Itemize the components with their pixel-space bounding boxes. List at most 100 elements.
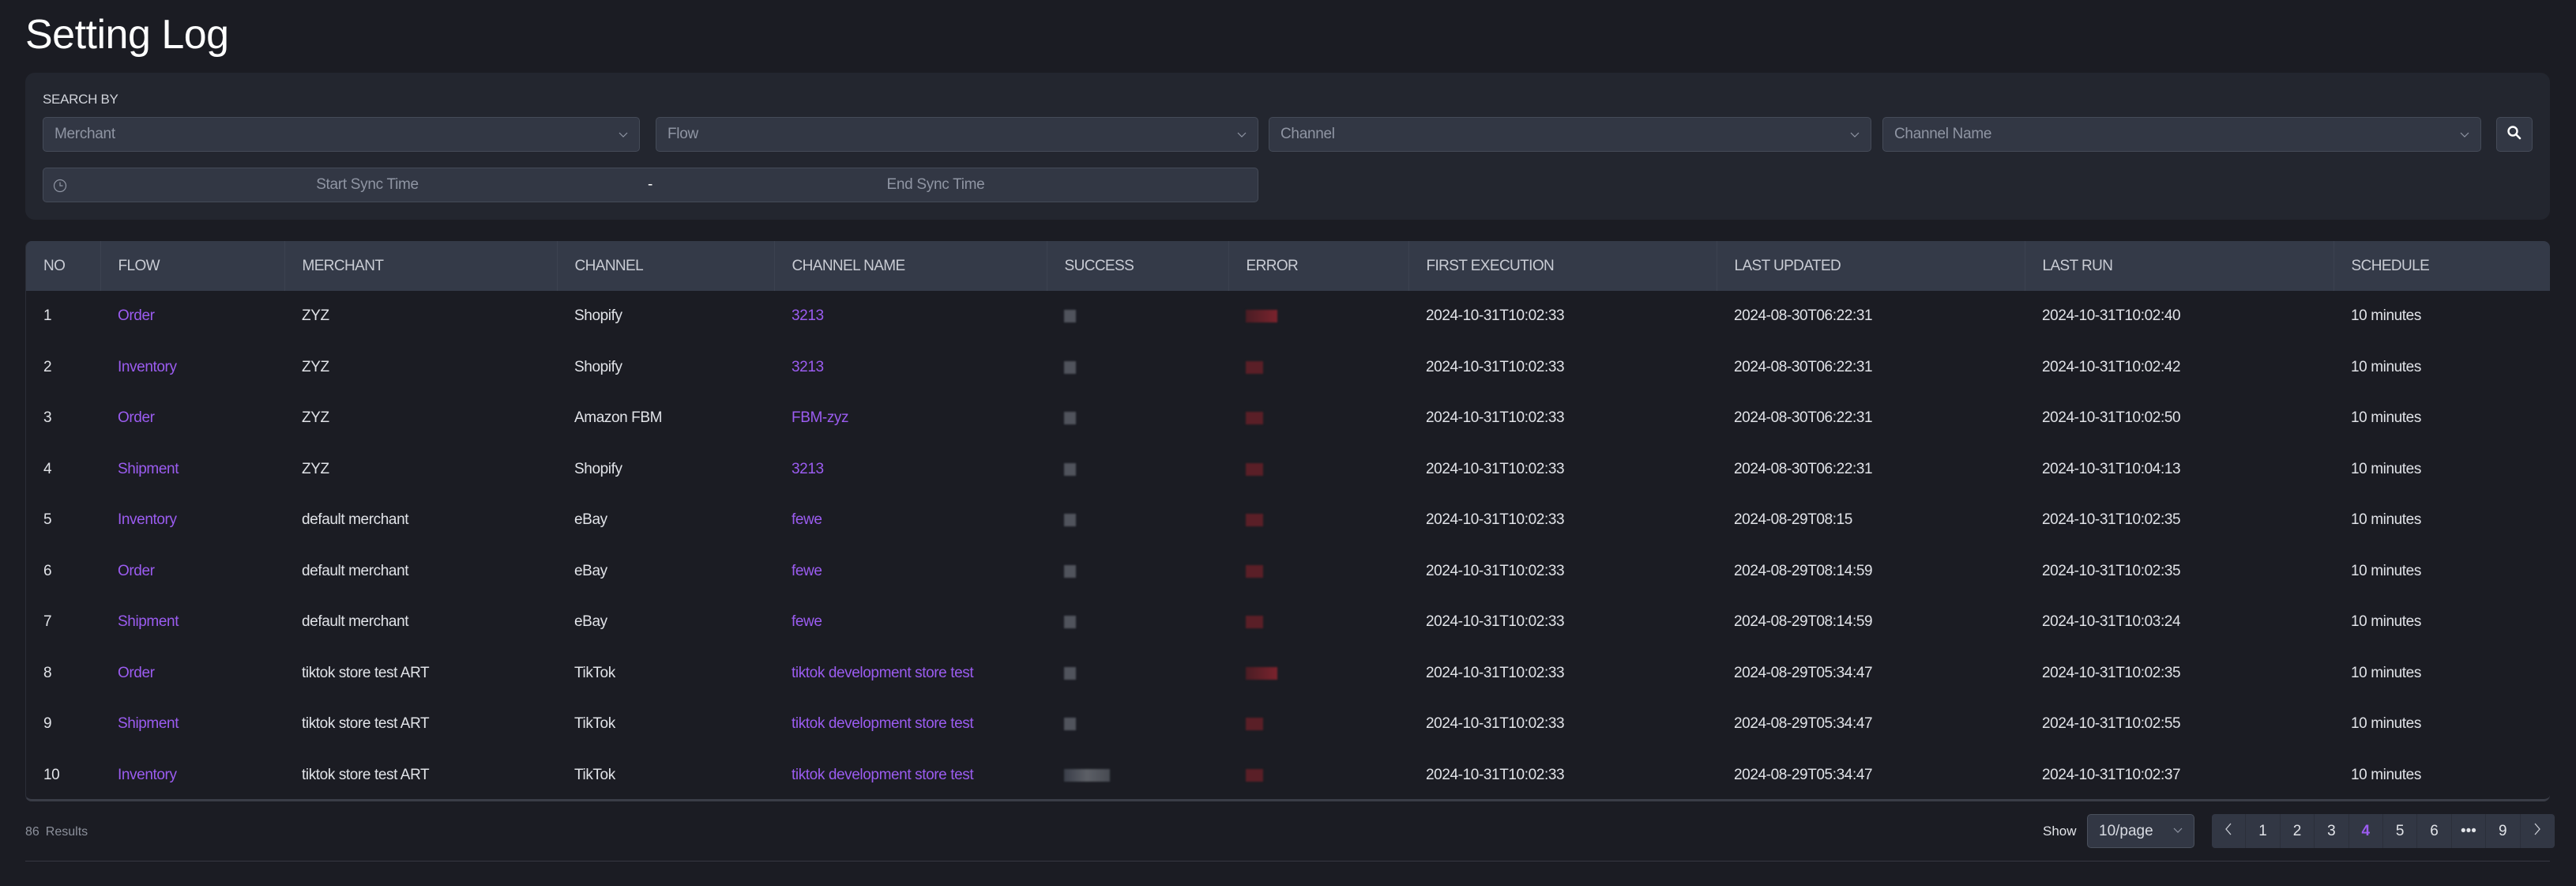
- redacted-error-value: [1246, 666, 1277, 680]
- page-button-6[interactable]: 6: [2417, 814, 2452, 848]
- cell-flow[interactable]: Order: [100, 648, 284, 699]
- table-row[interactable]: 1 Order ZYZ Shopify 3213 2024-10-31T10:02:33 2…: [26, 291, 2550, 342]
- show-label: Show: [2043, 824, 2077, 839]
- cell-flow[interactable]: Order: [100, 546, 284, 598]
- chevron-down-icon: [1850, 130, 1860, 139]
- cell-first-execution: 2024-10-31T10:02:33: [1426, 307, 1565, 325]
- range-separator: -: [648, 176, 653, 193]
- cell-last-updated: 2024-08-29T08:14:59: [1734, 562, 1873, 579]
- cell-channel-name[interactable]: tiktok development store test: [774, 699, 1047, 750]
- cell-channel: TikTok: [574, 766, 615, 783]
- cell-error: [1228, 546, 1408, 598]
- cell-merchant: ZYZ: [302, 358, 329, 375]
- cell-flow[interactable]: Order: [100, 291, 284, 342]
- cell-error: [1228, 699, 1408, 750]
- merchant-select[interactable]: Merchant: [43, 117, 640, 152]
- cell-last-updated: 2024-08-29T08:15: [1734, 511, 1852, 529]
- redacted-success-value: [1064, 616, 1076, 629]
- cell-first-execution: 2024-10-31T10:02:33: [1426, 460, 1565, 477]
- page-size-select[interactable]: 10/page: [2087, 814, 2194, 848]
- chevron-down-icon: [2173, 824, 2183, 839]
- cell-last-run: 2024-10-31T10:03:24: [2042, 613, 2181, 631]
- sync-time-range-picker[interactable]: Start Sync Time - End Sync Time: [43, 168, 1258, 202]
- table-row[interactable]: 10 Inventory tiktok store test ART TikTok ti…: [26, 750, 2550, 800]
- flow-select-placeholder: Flow: [668, 126, 698, 142]
- table-row[interactable]: 8 Order tiktok store test ART TikTok tiktok …: [26, 648, 2550, 699]
- column-header-success: SUCCESS: [1047, 241, 1229, 291]
- redacted-error-value: [1246, 616, 1263, 629]
- cell-error: [1228, 648, 1408, 699]
- cell-channel-name[interactable]: tiktok development store test: [774, 648, 1047, 699]
- cell-error: [1228, 597, 1408, 648]
- cell-success: [1047, 495, 1228, 546]
- cell-last-updated: 2024-08-30T06:22:31: [1734, 409, 1873, 427]
- page-button-9[interactable]: 9: [2486, 814, 2521, 848]
- cell-no: 10: [43, 766, 60, 783]
- cell-flow[interactable]: Shipment: [100, 699, 284, 750]
- start-sync-time-input[interactable]: Start Sync Time: [43, 176, 628, 194]
- table-row[interactable]: 9 Shipment tiktok store test ART TikTok tikt…: [26, 699, 2550, 750]
- page-button-1[interactable]: 1: [2246, 814, 2281, 848]
- next-page-button[interactable]: [2521, 814, 2555, 848]
- cell-channel-name[interactable]: 3213: [774, 291, 1047, 342]
- end-sync-time-input[interactable]: End Sync Time: [675, 176, 1259, 194]
- cell-last-updated: 2024-08-29T08:14:59: [1734, 613, 1873, 631]
- results-label: Results: [45, 825, 88, 839]
- search-button[interactable]: [2496, 117, 2533, 152]
- flow-select[interactable]: Flow: [656, 117, 1258, 152]
- cell-last-updated: 2024-08-30T06:22:31: [1734, 307, 1873, 325]
- cell-merchant: ZYZ: [302, 409, 329, 427]
- cell-error: [1228, 750, 1408, 800]
- cell-schedule: 10 minutes: [2351, 307, 2421, 325]
- prev-page-button[interactable]: [2212, 814, 2247, 848]
- cell-channel-name[interactable]: fewe: [774, 495, 1047, 546]
- table-row[interactable]: 7 Shipment default merchant eBay fewe 2024-10…: [26, 597, 2550, 648]
- cell-success: [1047, 291, 1228, 342]
- table-row[interactable]: 5 Inventory default merchant eBay fewe 2024-1…: [26, 495, 2550, 546]
- page-size-value: 10/page: [2099, 822, 2153, 839]
- cell-channel-name[interactable]: 3213: [774, 342, 1047, 394]
- search-icon: [2506, 125, 2522, 145]
- cell-flow[interactable]: Inventory: [100, 342, 284, 394]
- cell-last-updated: 2024-08-29T05:34:47: [1734, 664, 1873, 681]
- cell-error: [1228, 444, 1408, 496]
- redacted-success-value: [1064, 514, 1076, 527]
- redacted-error-value: [1246, 718, 1263, 731]
- cell-channel-name[interactable]: fewe: [774, 597, 1047, 648]
- cell-error: [1228, 495, 1408, 546]
- cell-flow[interactable]: Shipment: [100, 597, 284, 648]
- page-button-4[interactable]: 4: [2349, 814, 2383, 848]
- page-button-5[interactable]: 5: [2383, 814, 2418, 848]
- pagination-ellipsis[interactable]: •••: [2452, 814, 2487, 848]
- cell-channel-name[interactable]: fewe: [774, 546, 1047, 598]
- channel-select[interactable]: Channel: [1269, 117, 1871, 152]
- results-number: 86: [25, 825, 39, 839]
- column-header-merchant: MERCHANT: [284, 241, 558, 291]
- table-row[interactable]: 4 Shipment ZYZ Shopify 3213 2024-10-31T10:02:…: [26, 444, 2550, 496]
- cell-last-run: 2024-10-31T10:02:55: [2042, 715, 2181, 733]
- page-button-2[interactable]: 2: [2281, 814, 2315, 848]
- cell-flow[interactable]: Inventory: [100, 750, 284, 800]
- cell-last-updated: 2024-08-29T05:34:47: [1734, 715, 1873, 733]
- cell-schedule: 10 minutes: [2351, 460, 2421, 477]
- channel-name-select[interactable]: Channel Name: [1882, 117, 2481, 152]
- cell-last-run: 2024-10-31T10:02:42: [2042, 358, 2181, 375]
- table-row[interactable]: 6 Order default merchant eBay fewe 2024-10-31…: [26, 546, 2550, 598]
- cell-channel-name[interactable]: 3213: [774, 444, 1047, 496]
- cell-flow[interactable]: Shipment: [100, 444, 284, 496]
- table-row[interactable]: 2 Inventory ZYZ Shopify 3213 2024-10-31T10:02…: [26, 342, 2550, 394]
- table-row[interactable]: 3 Order ZYZ Amazon FBM FBM-zyz 2024-10-31T10:…: [26, 393, 2550, 444]
- cell-flow[interactable]: Inventory: [100, 495, 284, 546]
- cell-schedule: 10 minutes: [2351, 562, 2421, 579]
- cell-error: [1228, 342, 1408, 394]
- cell-channel: Shopify: [574, 358, 622, 375]
- cell-channel-name[interactable]: tiktok development store test: [774, 750, 1047, 800]
- redacted-error-value: [1246, 412, 1263, 425]
- cell-flow[interactable]: Order: [100, 393, 284, 444]
- chevron-down-icon: [619, 130, 628, 139]
- cell-first-execution: 2024-10-31T10:02:33: [1426, 562, 1565, 579]
- cell-no: 4: [43, 460, 52, 477]
- cell-last-run: 2024-10-31T10:02:35: [2042, 511, 2181, 529]
- page-button-3[interactable]: 3: [2315, 814, 2349, 848]
- cell-channel-name[interactable]: FBM-zyz: [774, 393, 1047, 444]
